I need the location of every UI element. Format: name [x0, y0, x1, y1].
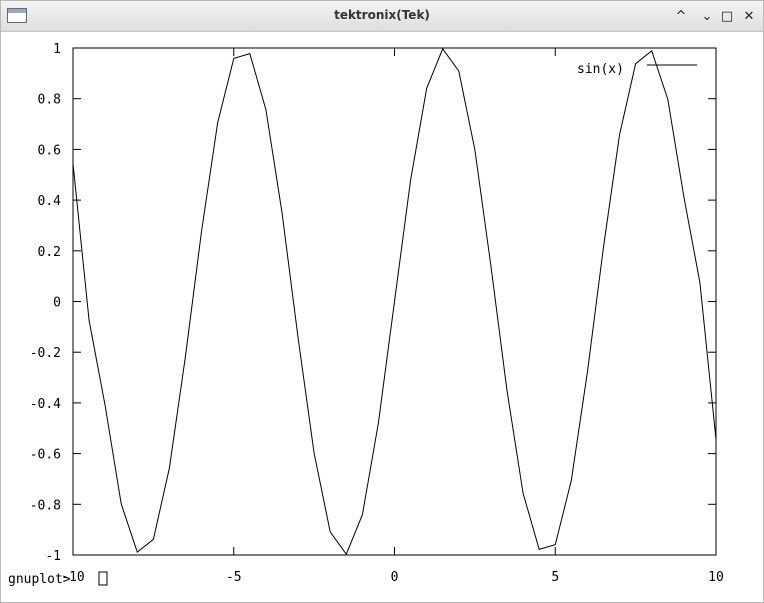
title-bar[interactable]: tektronix(Tek) ^ ⌄ □ ✕: [1, 1, 763, 32]
text-cursor[interactable]: [98, 571, 108, 586]
legend-label: sin(x): [577, 62, 624, 77]
y-tick-label: 0.6: [38, 143, 61, 158]
series-line-sin: [72, 47, 717, 556]
app-window: tektronix(Tek) ^ ⌄ □ ✕ -1 -0.8 -0.6 -0.4 -0.…: [0, 0, 764, 603]
y-tick-label: -0.2: [30, 346, 61, 361]
y-tick-label: 0: [53, 296, 61, 311]
maximize-button[interactable]: □: [717, 6, 737, 26]
x-tick-label: 5: [551, 570, 559, 585]
x-tick-label: 0: [391, 570, 399, 585]
y-tick-label: -0.4: [30, 397, 61, 412]
tektronix-plot-canvas: -1 -0.8 -0.6 -0.4 -0.2 0 0.2 0.4 0.6 0.8 1 -10 -5 0 5…: [1, 32, 763, 602]
y-tick-label: 0.8: [38, 93, 61, 108]
window-title: tektronix(Tek): [334, 8, 430, 22]
x-tick-label: 10: [708, 570, 724, 585]
x-tick-label: -5: [226, 570, 242, 585]
minimize-button[interactable]: ^: [671, 6, 691, 26]
y-tick-label: -0.6: [30, 448, 61, 463]
y-tick-label: -0.8: [30, 498, 61, 513]
y-tick-label: 0.4: [38, 194, 62, 209]
y-tick-label: 1: [53, 42, 61, 57]
restore-button[interactable]: ⌄: [697, 6, 717, 26]
plot-svg: -1-0.8-0.6-0.4-0.200.20.40.60.81 -10 -5 0 5…: [8, 42, 724, 587]
close-button[interactable]: ✕: [739, 6, 759, 26]
console-prompt: gnuplot>: [8, 572, 71, 587]
y-tick-label: -1: [45, 549, 61, 564]
y-tick-label: 0.2: [38, 245, 61, 260]
